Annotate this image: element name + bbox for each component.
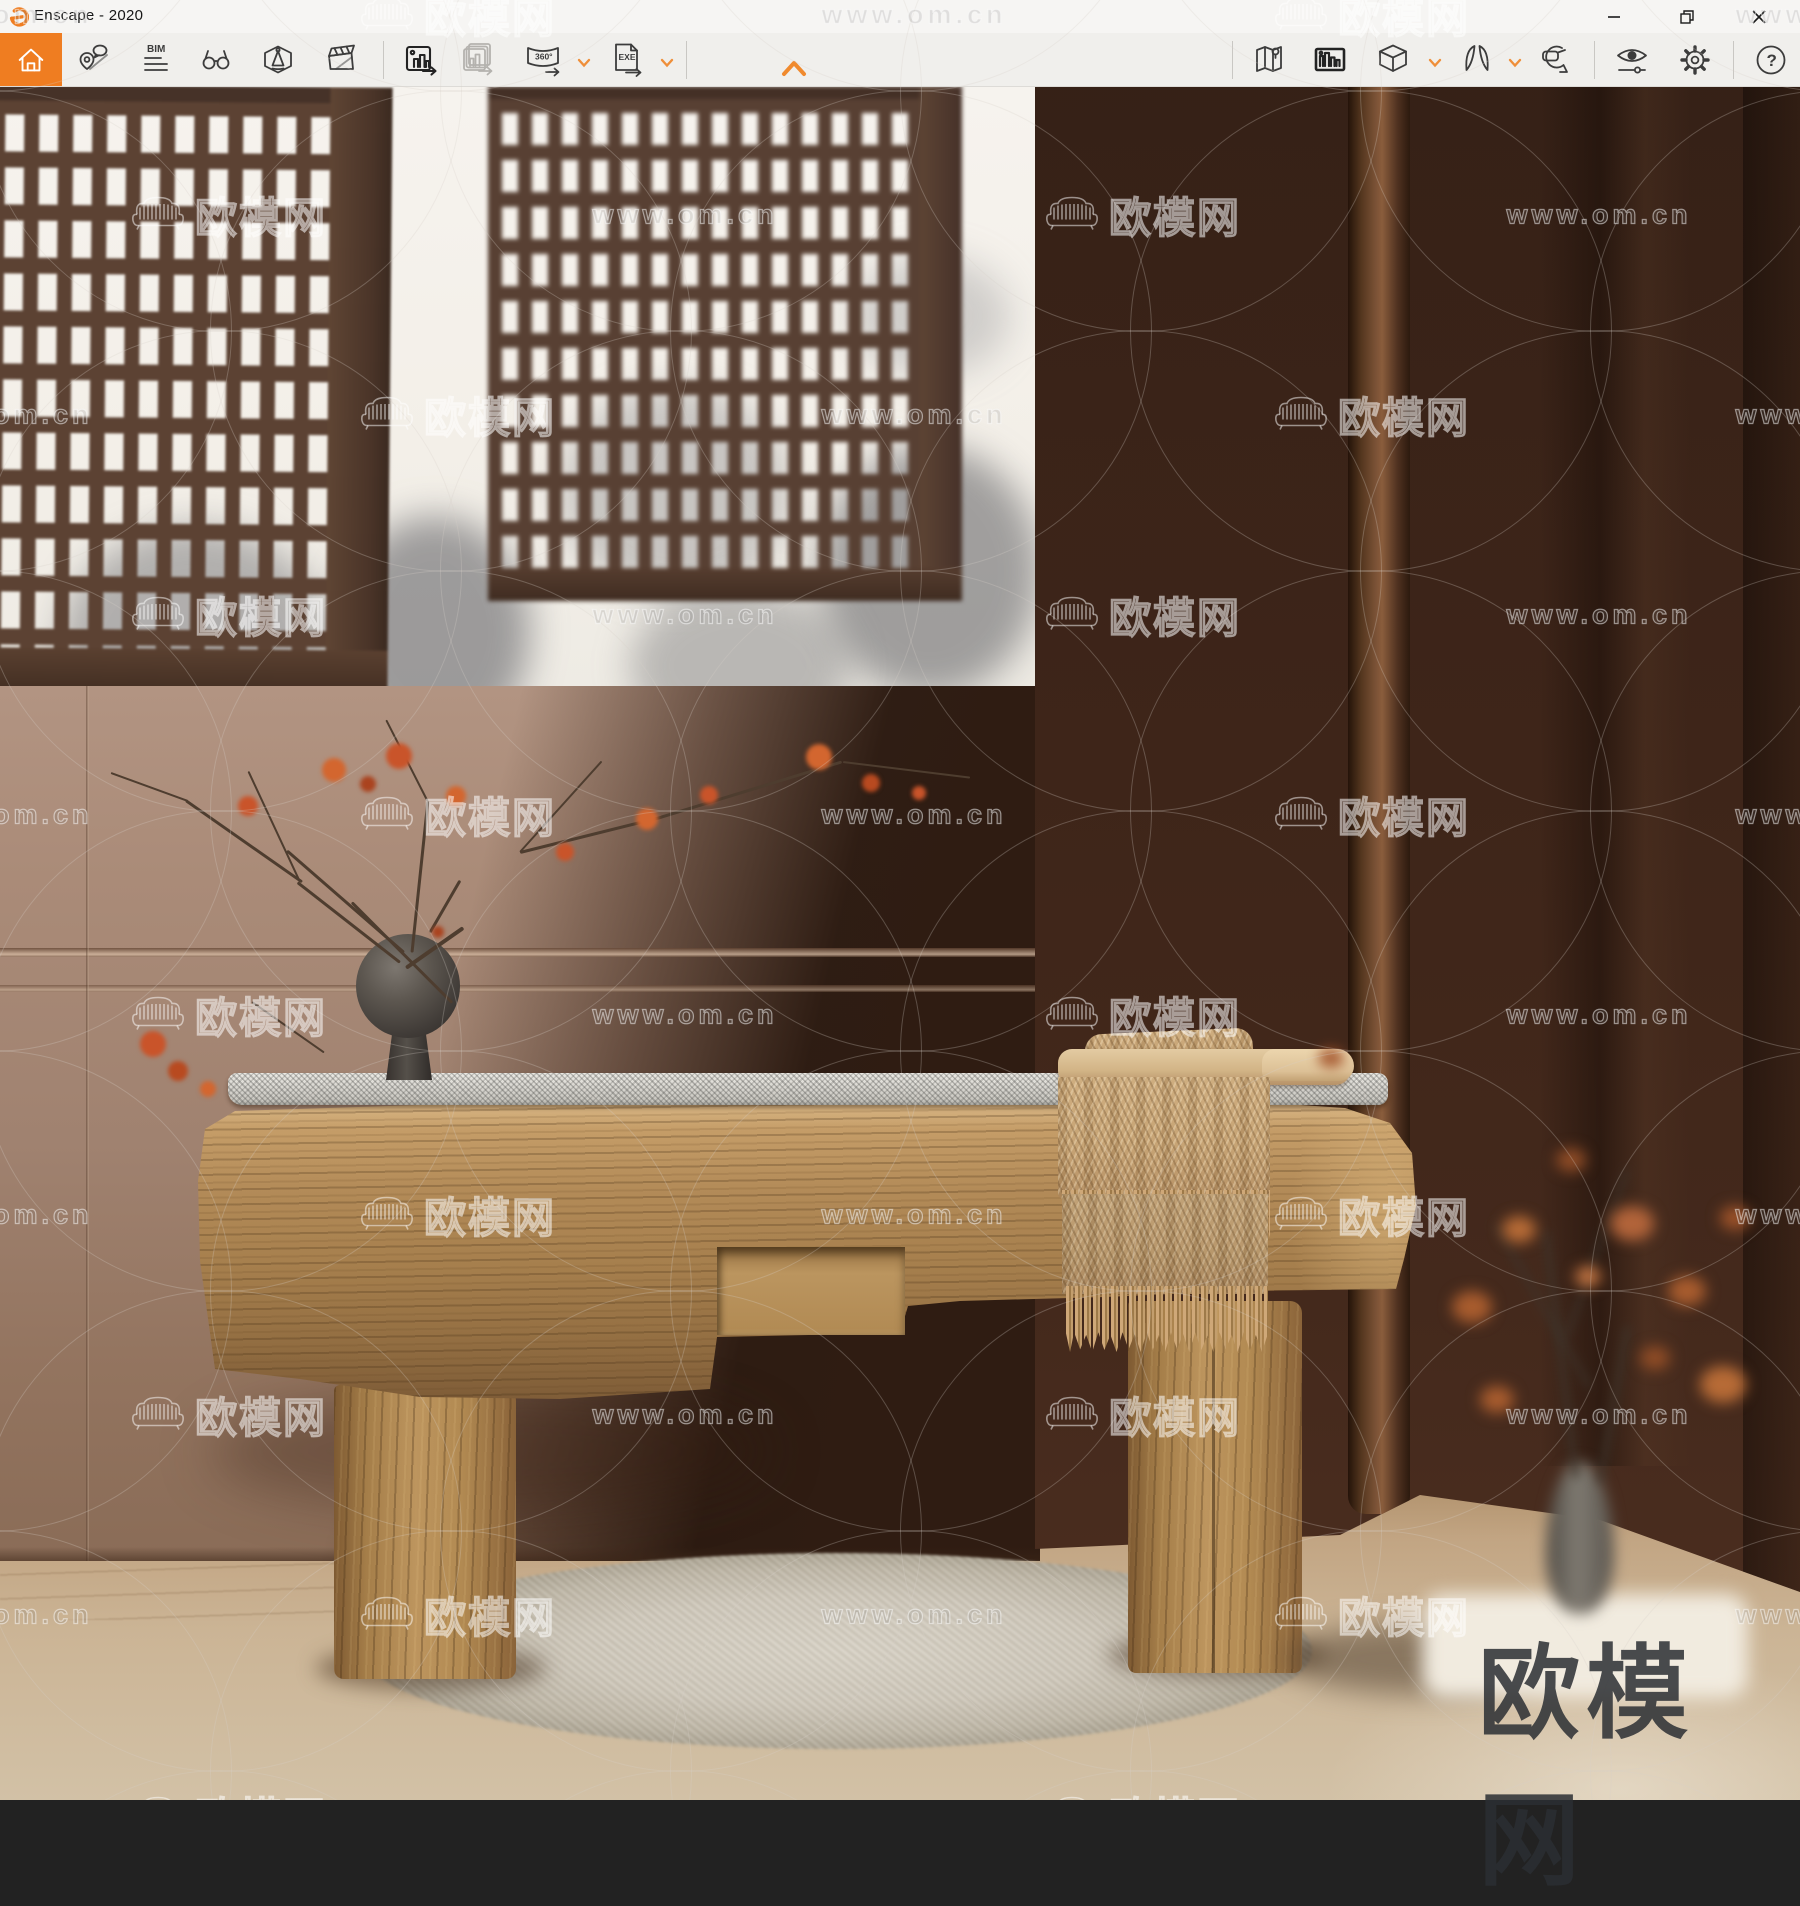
pano-label: 360°	[535, 52, 553, 62]
wall-seam	[0, 948, 1040, 957]
ortho-dropdown-chevron[interactable]	[1428, 55, 1442, 68]
berry-blossom	[168, 1061, 188, 1081]
sphere-vase	[356, 934, 460, 1038]
foreground-leaf	[1720, 1206, 1750, 1230]
vr-headset-icon[interactable]	[1537, 39, 1579, 81]
berry-blossom	[912, 786, 926, 800]
wall-fold-shadow	[1540, 86, 1690, 1466]
bench-beam-notch	[717, 1247, 905, 1335]
panorama-dropdown-chevron[interactable]	[577, 55, 591, 68]
bim-info-icon[interactable]: BIM	[135, 39, 177, 81]
close-button[interactable]	[1727, 0, 1791, 33]
panorama-360-export-icon[interactable]: 360°	[522, 39, 564, 81]
restore-button[interactable]	[1655, 0, 1719, 33]
berry-blossom	[806, 744, 832, 770]
berry-blossom	[322, 758, 346, 782]
mini-map-icon[interactable]	[1249, 39, 1291, 81]
bench-leg-left	[334, 1385, 516, 1679]
render-viewport[interactable]	[0, 86, 1800, 1800]
bench-leg-right	[1128, 1301, 1302, 1673]
foreground-leaf	[1480, 1386, 1514, 1414]
settings-gear-icon[interactable]	[1674, 39, 1716, 81]
berry-blossom	[556, 843, 574, 861]
enscape-logo-icon	[7, 5, 30, 27]
toolbar-collapse-chevron[interactable]	[780, 58, 808, 80]
window-title: Enscape - 2020	[34, 7, 144, 24]
exe-label: EXE	[619, 52, 636, 62]
home-button[interactable]	[0, 33, 62, 86]
wall-column	[1348, 86, 1410, 1514]
foreground-leaf	[1700, 1366, 1746, 1403]
minimize-button[interactable]	[1582, 0, 1646, 33]
berry-blossom	[360, 776, 376, 792]
lattice-screen-left	[0, 86, 393, 695]
berry-blossom	[446, 786, 466, 806]
video-path-icon[interactable]	[257, 39, 299, 81]
berry-blossom	[200, 1081, 216, 1097]
berry-blossom	[140, 1031, 166, 1057]
video-editor-icon[interactable]	[321, 39, 363, 81]
toolbar-separator	[1232, 41, 1233, 79]
wall-seam	[0, 985, 1040, 992]
berry-blossom	[700, 786, 718, 804]
foreground-leaf	[1640, 1346, 1670, 1370]
wall-right-strip	[1743, 86, 1800, 1592]
wall-vertical-seam	[86, 686, 89, 1561]
berry-blossom	[862, 774, 880, 792]
issue-pin-icon[interactable]	[73, 39, 115, 81]
toolbar-separator	[383, 41, 384, 79]
enscape-window: { "window": { "title": "Enscape - 2020",…	[0, 0, 1800, 1898]
bim-label: BIM	[147, 44, 165, 55]
fly-dropdown-chevron[interactable]	[1508, 55, 1522, 68]
help-glyph: ?	[1767, 51, 1777, 70]
lattice-screen-middle	[488, 86, 962, 601]
blanket-hanging-panel-back	[1062, 1194, 1268, 1294]
screenshot-export-icon[interactable]	[400, 39, 442, 81]
foreground-leaf	[1610, 1206, 1654, 1242]
toolbar-separator	[1594, 41, 1595, 79]
safe-frame-icon[interactable]	[1309, 39, 1351, 81]
orthographic-cube-icon[interactable]	[1372, 39, 1414, 81]
berry-blossom	[432, 926, 444, 938]
batch-export-icon[interactable]	[457, 39, 499, 81]
toolbar-separator	[1733, 41, 1734, 79]
find-view-icon[interactable]	[195, 39, 237, 81]
help-icon[interactable]: ?	[1750, 39, 1792, 81]
exe-dropdown-chevron[interactable]	[660, 55, 674, 68]
foreground-leaf	[1556, 1148, 1586, 1172]
berry-blossom	[636, 808, 658, 830]
warm-light-glint	[1318, 1048, 1344, 1068]
toolbar: BIM 360° EXE ?	[0, 33, 1800, 87]
visual-settings-icon[interactable]	[1611, 39, 1653, 81]
foreground-leaf	[1502, 1216, 1536, 1244]
blanket-hanging-panel	[1058, 1077, 1270, 1199]
fly-mode-wings-icon[interactable]	[1456, 39, 1498, 81]
berry-blossom	[386, 743, 412, 769]
exe-export-icon[interactable]: EXE	[606, 39, 648, 81]
titlebar[interactable]: Enscape - 2020	[0, 0, 1800, 33]
big-brand-watermark: 欧模网	[1478, 1637, 1694, 1898]
foreground-leaf	[1452, 1291, 1492, 1323]
toolbar-separator	[686, 41, 687, 79]
foreground-leaf	[1575, 1266, 1601, 1287]
berry-blossom	[238, 796, 258, 816]
